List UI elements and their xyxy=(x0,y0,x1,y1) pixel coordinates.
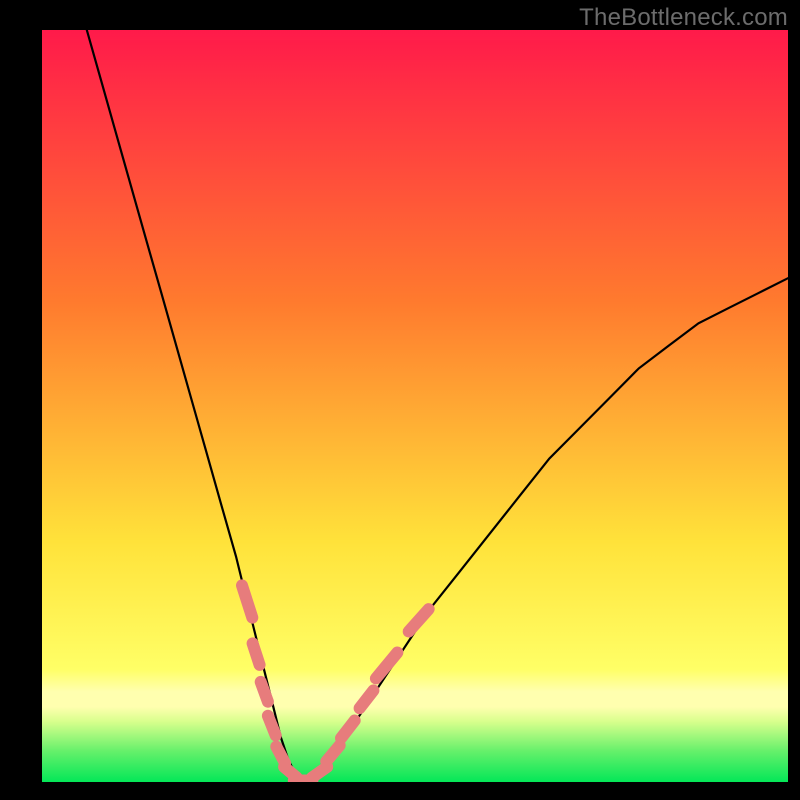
gradient-background xyxy=(42,30,788,782)
marker-segment xyxy=(268,716,276,736)
chart-svg xyxy=(42,30,788,782)
marker-segment xyxy=(253,643,260,665)
marker-segment xyxy=(276,747,285,764)
chart-frame: TheBottleneck.com xyxy=(0,0,800,800)
marker-segment xyxy=(261,682,268,702)
plot-area xyxy=(42,30,788,782)
watermark-text: TheBottleneck.com xyxy=(579,4,788,32)
